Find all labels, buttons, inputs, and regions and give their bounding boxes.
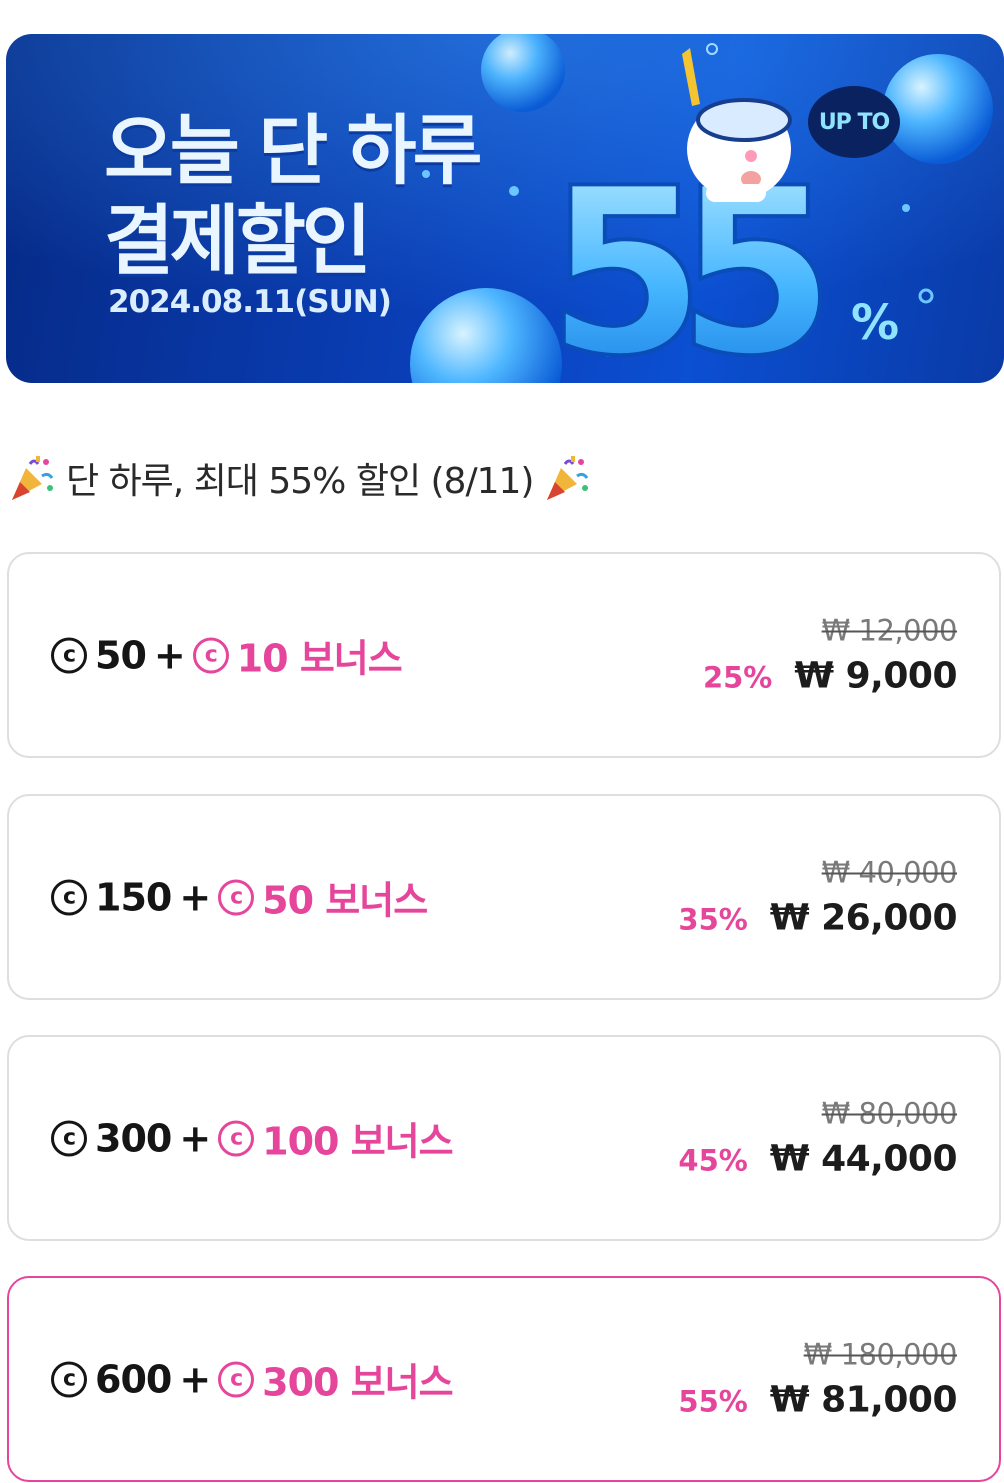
offer-description: c 150 + c 50 보너스 xyxy=(51,870,428,925)
discount-percent: 35% xyxy=(678,902,748,937)
promo-banner[interactable]: 55 % 오늘 단 하루 결제할인 2024.08.11(SUN) UP TO xyxy=(6,34,1004,383)
coin-amount: 50 xyxy=(95,633,147,677)
banner-percent: % xyxy=(851,295,899,351)
sale-price: ₩ 44,000 xyxy=(769,1138,958,1180)
coin-offer-card[interactable]: c 300 + c 100 보너스 ₩ 80,000 45% ₩ 44,000 xyxy=(7,1035,1001,1241)
offer-description: c 600 + c 300 보너스 xyxy=(51,1352,454,1407)
original-price: ₩ 12,000 xyxy=(821,613,958,648)
bonus-coin-icon: c xyxy=(218,1120,255,1156)
offer-description: c 300 + c 100 보너스 xyxy=(51,1111,454,1166)
discount-percent: 25% xyxy=(702,660,773,695)
banner-title-line1: 오늘 단 하루 xyxy=(104,106,483,195)
party-popper-icon xyxy=(12,456,54,500)
upto-badge: UP TO xyxy=(808,86,900,158)
bonus-amount: 100 보너스 xyxy=(262,1119,453,1164)
sale-price: ₩ 26,000 xyxy=(769,897,958,939)
sale-price: ₩ 81,000 xyxy=(769,1379,958,1421)
banner-date: 2024.08.11(SUN) xyxy=(108,284,392,320)
party-popper-icon xyxy=(547,456,589,500)
sale-price: ₩ 9,000 xyxy=(794,655,957,697)
bonus-amount: 10 보너스 xyxy=(236,636,403,681)
banner-title-line2: 결제할인 xyxy=(104,196,372,285)
price-block: ₩ 180,000 55% ₩ 81,000 xyxy=(678,1338,957,1421)
price-block: ₩ 80,000 45% ₩ 44,000 xyxy=(678,1097,957,1180)
price-block: ₩ 12,000 25% ₩ 9,000 xyxy=(702,613,958,697)
original-price: ₩ 40,000 xyxy=(821,855,958,890)
bonus-coin-icon: c xyxy=(218,1361,255,1397)
plus-sign: + xyxy=(153,633,186,677)
coin-icon: c xyxy=(51,1120,87,1156)
coin-amount: 300 xyxy=(95,1116,172,1160)
coin-amount: 600 xyxy=(95,1357,172,1401)
original-price: ₩ 80,000 xyxy=(821,1096,958,1131)
coin-icon: c xyxy=(51,637,87,673)
plus-sign: + xyxy=(179,1357,211,1401)
coin-icon: c xyxy=(51,1361,87,1397)
coin-offer-card[interactable]: c 50 + c 10 보너스 ₩ 12,000 25% ₩ 9,000 xyxy=(7,552,1001,758)
coin-offer-card-selected[interactable]: c 600 + c 300 보너스 ₩ 180,000 55% ₩ 81,000 xyxy=(7,1276,1001,1482)
bonus-coin-icon: c xyxy=(192,637,229,673)
coin-icon: c xyxy=(51,879,87,915)
discount-percent: 45% xyxy=(678,1143,748,1178)
discount-percent: 55% xyxy=(678,1384,748,1419)
price-block: ₩ 40,000 35% ₩ 26,000 xyxy=(678,856,957,939)
bonus-amount: 300 보너스 xyxy=(262,1360,453,1405)
coin-offer-card[interactable]: c 150 + c 50 보너스 ₩ 40,000 35% ₩ 26,000 xyxy=(7,794,1001,1000)
offer-description: c 50 + c 10 보너스 xyxy=(51,628,403,683)
original-price: ₩ 180,000 xyxy=(803,1337,958,1372)
bonus-amount: 50 보너스 xyxy=(262,878,428,923)
coin-amount: 150 xyxy=(95,875,172,919)
sale-heading-text: 단 하루, 최대 55% 할인 (8/11) xyxy=(66,461,534,502)
bonus-coin-icon: c xyxy=(218,879,255,915)
plus-sign: + xyxy=(179,1116,211,1160)
plus-sign: + xyxy=(179,875,211,919)
sale-heading: 단 하루, 최대 55% 할인 (8/11) xyxy=(8,452,591,504)
